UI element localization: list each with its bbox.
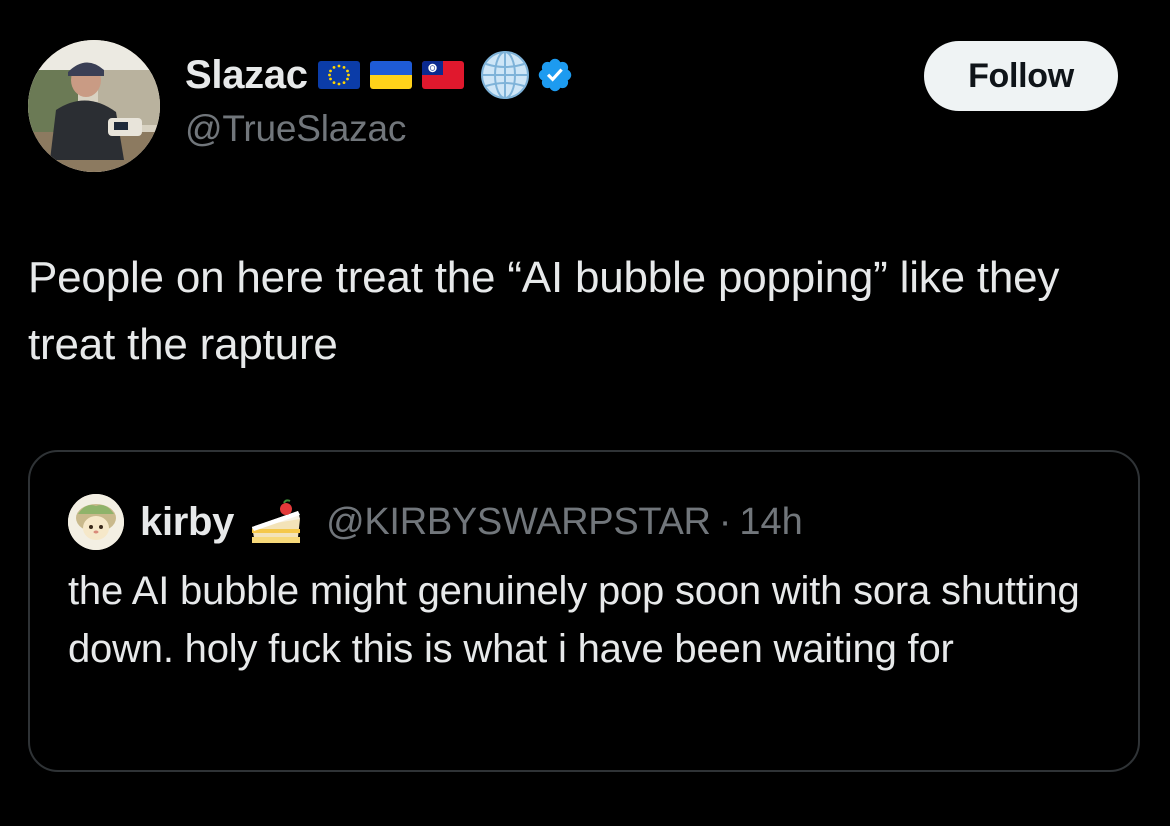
author-display-name[interactable]: Slazac [185,53,308,98]
dot-separator: · [718,500,732,543]
quoted-author-handle[interactable]: @KIRBYSWARPSTAR [326,501,711,544]
globe-icon [480,50,530,100]
quoted-tweet-timestamp[interactable]: 14h [739,501,802,544]
author-handle[interactable]: @TrueSlazac [185,108,406,150]
author-avatar[interactable] [28,40,160,172]
quoted-author-avatar[interactable] [68,494,124,550]
quoted-author-name[interactable]: kirby [140,500,234,545]
eu-flag-icon [317,61,360,89]
ukraine-flag-icon [369,61,412,89]
tweet-header: Slazac @TrueSlazac Follow [28,40,1142,172]
follow-button[interactable]: Follow [924,41,1118,111]
quoted-tweet-text: the AI bubble might genuinely pop soon w… [68,569,1080,671]
taiwan-flag-icon [421,61,464,89]
author-name-row: Slazac [185,50,574,100]
tweet-text: People on here treat the “AI bubble popp… [28,253,1060,369]
quoted-tweet-card[interactable]: kirby @KIRBYSWARPSTAR · 14h the AI bubbl… [28,450,1140,772]
verified-icon[interactable] [536,56,574,94]
cake-icon [248,497,304,547]
quoted-tweet-header: kirby @KIRBYSWARPSTAR · 14h [68,492,803,552]
